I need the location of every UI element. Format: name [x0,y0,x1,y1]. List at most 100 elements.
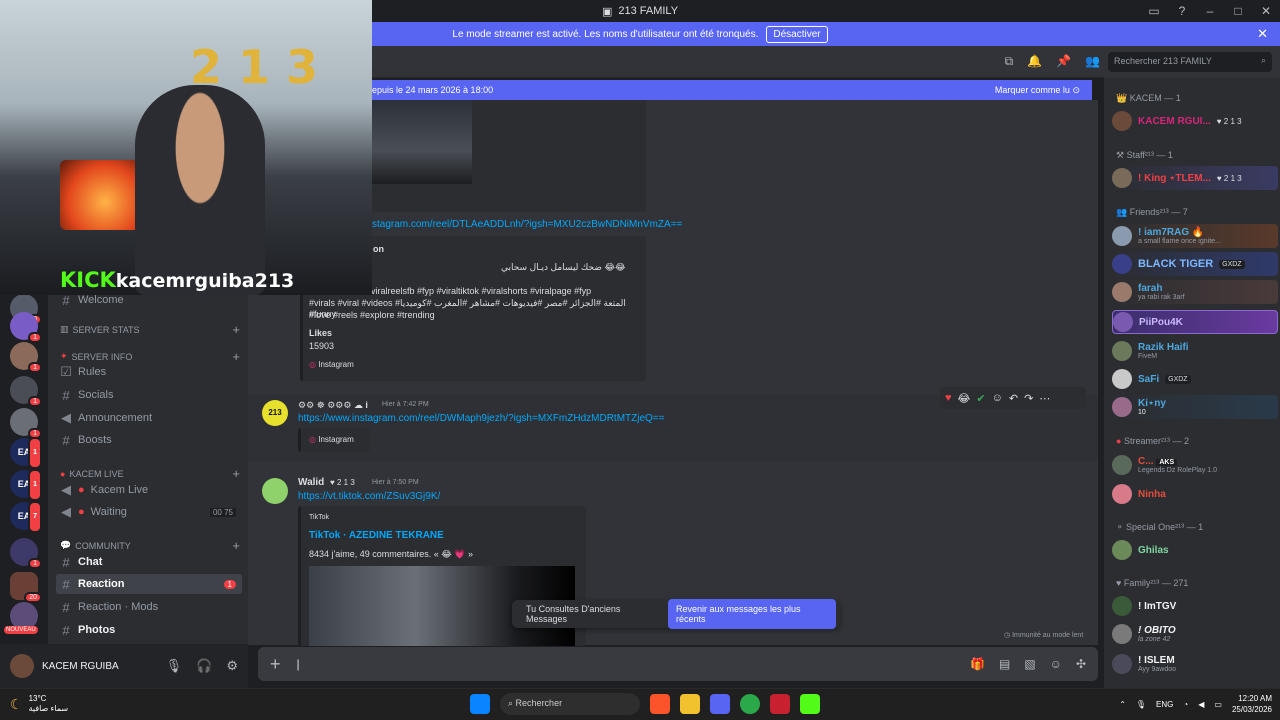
inbox-icon[interactable]: ▭ [1140,0,1168,22]
laugh-reaction-icon[interactable]: 😂 [958,392,971,405]
member-item[interactable]: SaFi GXDZ [1112,367,1278,391]
more-icon[interactable]: ⋯ [1039,392,1050,405]
microphone-icon[interactable]: 🎙 [166,658,183,674]
message-link[interactable]: stagram.com/reel/DTLAeADDLnh/?igsh=MXU2c… [372,219,682,230]
forward-icon[interactable]: ↷ [1024,392,1033,405]
author-name[interactable]: ⚙⚙ ☸ ⚙⚙⚙ ☁ i [298,400,368,411]
member-item[interactable]: C... AKS Legends Dz RolePlay 1.0 [1112,453,1278,477]
member-item[interactable]: ! OBITO la zone 42 [1112,622,1278,646]
avatar[interactable] [262,478,288,504]
add-channel-icon[interactable]: + [232,466,240,481]
channel-boosts[interactable]: # Boosts [56,430,242,450]
member-item[interactable]: BLACK TIGER GXDZ [1112,252,1278,276]
ea-server-icon[interactable]: EA 7 [10,501,42,533]
member-item[interactable]: ! King ⋆TLEM... ♥ 2 1 3 [1112,166,1278,190]
gear-icon[interactable]: ⚙ [226,658,238,674]
ea-server-icon[interactable]: EA 1 [10,437,42,469]
check-reaction-icon[interactable]: ✔ [976,392,985,405]
gift-icon[interactable]: 🎁 [970,657,985,671]
author-name[interactable]: Walid [298,477,324,488]
channel-kacem-live[interactable]: ◀ ● Kacem Live [56,480,242,500]
mark-as-read-button[interactable]: Marquer comme lu ⊙ [995,85,1080,96]
embed-title[interactable]: TikTok · AZEDINE TEKRANE [309,530,444,541]
taskbar-search[interactable]: ⌕ Rechercher [500,693,640,715]
member-item[interactable]: ! ISLEM Ayy 9awdoo [1112,652,1278,676]
headphones-icon[interactable]: 🎧 [196,658,212,674]
folder-icon[interactable] [680,694,700,714]
member-item[interactable]: PiiPou4K [1112,310,1278,334]
category-server-stats[interactable]: ▥ SERVER STATS + [60,322,240,337]
category-community[interactable]: 💬 COMMUNITY + [60,538,240,553]
channel-reaction-mods[interactable]: # Reaction · Mods [56,597,242,617]
chrome-icon[interactable] [740,694,760,714]
close-button[interactable]: ✕ [1252,0,1280,22]
pin-icon[interactable]: 📌 [1056,54,1071,69]
server-icon[interactable]: 1 [10,312,42,343]
reply-icon[interactable]: ↶ [1009,392,1018,405]
apps-icon[interactable]: ✣ [1076,657,1086,671]
battery-icon[interactable]: ▭ [1214,700,1222,709]
emoji-icon[interactable]: ☺ [1050,657,1062,671]
video-preview[interactable] [372,100,646,212]
member-item[interactable]: farah ya rabi rak 3arf [1112,280,1278,304]
add-attachment-icon[interactable]: + [270,654,281,675]
member-item[interactable]: ! ImTGV [1112,594,1278,618]
language-indicator[interactable]: ENG [1156,700,1173,709]
gif-icon[interactable]: ▤ [999,657,1010,671]
avatar[interactable]: 213 [262,400,288,426]
bell-icon[interactable]: 🔔 [1027,54,1042,69]
members-icon[interactable]: 👥 [1085,54,1100,69]
disable-streamer-button[interactable]: Désactiver [766,25,828,43]
channel-reaction[interactable]: # Reaction 1 [56,574,242,594]
user-name[interactable]: KACEM RGUIBA [42,661,119,672]
minimize-button[interactable]: – [1196,0,1224,22]
channel-rules[interactable]: ☑ Rules [56,362,242,382]
sticker-icon[interactable]: ▧ [1024,657,1035,671]
message-row[interactable]: 213 ⚙⚙ ☸ ⚙⚙⚙ ☁ i Hier à 7:42 PM https://… [248,387,1098,461]
server-icon-active[interactable]: 20 [10,572,42,603]
adobe-icon[interactable] [770,694,790,714]
volume-icon[interactable]: ◀ [1198,700,1204,709]
mic-tray-icon[interactable]: 🎙 [1136,700,1146,709]
member-item[interactable]: Ghilas [1112,538,1278,562]
clock[interactable]: 12:20 AM 25/03/2026 [1232,693,1272,715]
maximize-button[interactable]: □ [1224,0,1252,22]
close-icon[interactable]: ✕ [1257,26,1268,42]
discord-icon[interactable] [710,694,730,714]
ea-server-icon[interactable]: EA 1 [10,469,42,501]
add-channel-icon[interactable]: + [232,322,240,337]
server-icon[interactable]: 1 [10,408,42,439]
server-icon[interactable]: 1 [10,538,42,569]
threads-icon[interactable]: ⧉ [1005,54,1014,69]
message-composer[interactable]: + | 🎁 ▤ ▧ ☺ ✣ [258,647,1098,681]
member-item[interactable]: ! iam7RAG 🔥 a small flame once ignite... [1112,224,1278,248]
wifi-icon[interactable]: ◔ [1183,700,1188,709]
channel-announcement[interactable]: ◀ Announcement [56,408,242,428]
jump-to-present-button[interactable]: Revenir aux messages les plus récents [667,599,836,629]
kick-app-icon[interactable] [800,694,820,714]
category-kacem-live[interactable]: ● KACEM LIVE + [60,466,240,481]
channel-socials[interactable]: # Socials [56,385,242,405]
avatar[interactable] [10,654,34,678]
channel-photos[interactable]: # Photos [56,620,242,640]
brave-icon[interactable] [650,694,670,714]
channel-chat[interactable]: # Chat [56,552,242,572]
message-link[interactable]: https://vt.tiktok.com/ZSuv3Gj9K/ [298,491,440,502]
help-icon[interactable]: ? [1168,0,1196,22]
member-item[interactable]: Razik Haifi FiveM [1112,339,1278,363]
add-reaction-icon[interactable]: ☺ [992,392,1003,404]
video-thumbnail[interactable] [372,100,472,184]
channel-waiting[interactable]: ◀ ● Waiting 00 75 [56,502,242,522]
member-item[interactable]: Ninha [1112,482,1278,506]
message-input[interactable]: | [297,657,300,671]
weather-widget[interactable]: ☾ 13°C سماء صافية [10,694,68,714]
member-item[interactable]: Ki⋆ny 10 [1112,395,1278,419]
heart-reaction-icon[interactable]: ♥ [945,392,952,404]
member-item[interactable]: KACEM RGUI... ♥ 2 1 3 [1112,109,1278,133]
add-channel-icon[interactable]: + [232,538,240,553]
server-icon[interactable]: 1 [10,376,42,407]
search-input[interactable]: Rechercher 213 FAMILY ⌕ [1108,52,1272,72]
chevron-up-icon[interactable]: ⌃ [1119,700,1126,709]
start-icon[interactable] [470,694,490,714]
message-link[interactable]: https://www.instagram.com/reel/DWMaph9je… [298,413,665,424]
